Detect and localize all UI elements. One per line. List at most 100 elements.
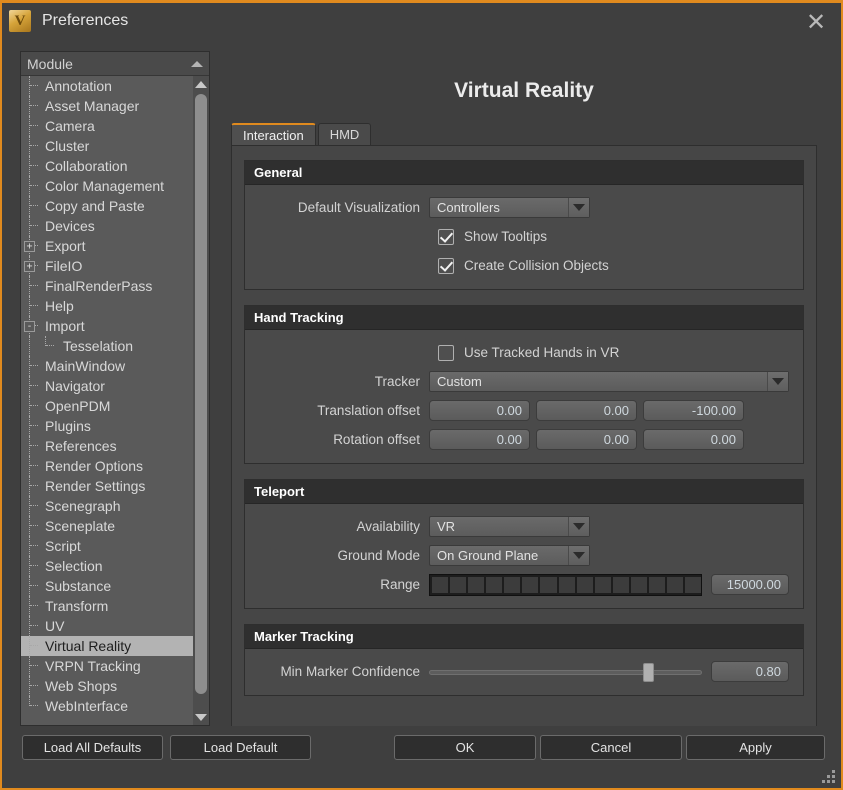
load-all-defaults-button[interactable]: Load All Defaults <box>22 735 163 760</box>
range-slider[interactable] <box>429 574 702 596</box>
sidebar-item-import[interactable]: -Import <box>21 316 193 336</box>
footer-bar: Load All Defaults Load Default OK Cancel… <box>2 726 841 788</box>
create-collision-objects-checkbox[interactable] <box>438 258 454 274</box>
sidebar-item-help[interactable]: Help <box>21 296 193 316</box>
availability-label: Availability <box>259 519 429 534</box>
sidebar-item-webinterface[interactable]: WebInterface <box>21 696 193 716</box>
range-tick <box>486 577 502 593</box>
sidebar-item-vrpn-tracking[interactable]: VRPN Tracking <box>21 656 193 676</box>
range-value-field[interactable]: 15000.00 <box>711 574 789 595</box>
sidebar-scrollbar[interactable] <box>193 76 209 725</box>
rotation-offset-x[interactable]: 0.00 <box>429 429 530 450</box>
sidebar-item-web-shops[interactable]: Web Shops <box>21 676 193 696</box>
interaction-tab-panel: General Default Visualization Controller… <box>231 145 817 753</box>
default-visualization-select[interactable]: Controllers <box>429 197 590 218</box>
tab-interaction-label: Interaction <box>243 128 304 143</box>
sidebar-item-copy-and-paste[interactable]: Copy and Paste <box>21 196 193 216</box>
scroll-up-arrow-icon[interactable] <box>193 76 209 92</box>
load-default-button[interactable]: Load Default <box>170 735 311 760</box>
range-tick <box>649 577 665 593</box>
sidebar-item-render-options[interactable]: Render Options <box>21 456 193 476</box>
marker-tracking-group: Marker Tracking Min Marker Confidence 0.… <box>244 624 804 696</box>
expand-icon[interactable]: + <box>24 261 35 272</box>
sidebar-item-asset-manager[interactable]: Asset Manager <box>21 96 193 116</box>
rotation-offset-z[interactable]: 0.00 <box>643 429 744 450</box>
sidebar-item-virtual-reality[interactable]: Virtual Reality <box>21 636 193 656</box>
sidebar-item-label: Virtual Reality <box>43 638 131 654</box>
expand-icon[interactable]: + <box>24 241 35 252</box>
ground-mode-select[interactable]: On Ground Plane <box>429 545 590 566</box>
sidebar-item-collaboration[interactable]: Collaboration <box>21 156 193 176</box>
rotation-offset-row: Rotation offset 0.00 0.00 0.00 <box>259 429 789 450</box>
range-tick <box>667 577 683 593</box>
sidebar-item-camera[interactable]: Camera <box>21 116 193 136</box>
sidebar-item-substance[interactable]: Substance <box>21 576 193 596</box>
sidebar-item-render-settings[interactable]: Render Settings <box>21 476 193 496</box>
sidebar-item-label: Devices <box>43 218 95 234</box>
close-icon[interactable]: ✕ <box>799 7 833 37</box>
cancel-button[interactable]: Cancel <box>540 735 682 760</box>
sidebar-item-export[interactable]: + Export <box>21 236 193 256</box>
tab-interaction[interactable]: Interaction <box>231 123 316 145</box>
sidebar-item-label: Web Shops <box>43 678 117 694</box>
range-row: Range 15000.00 <box>259 574 789 595</box>
create-collision-objects-row: Create Collision Objects <box>259 255 789 276</box>
tracker-label: Tracker <box>259 374 429 389</box>
sidebar-item-scenegraph[interactable]: Scenegraph <box>21 496 193 516</box>
sidebar-item-devices[interactable]: Devices <box>21 216 193 236</box>
ok-button[interactable]: OK <box>394 735 536 760</box>
tracker-select[interactable]: Custom <box>429 371 789 392</box>
sidebar-item-tesselation[interactable]: Tesselation <box>21 336 193 356</box>
sidebar-item-selection[interactable]: Selection <box>21 556 193 576</box>
tracker-row: Tracker Custom <box>259 371 789 392</box>
sidebar-item-openpdm[interactable]: OpenPDM <box>21 396 193 416</box>
sidebar-item-label: UV <box>43 618 64 634</box>
sidebar-item-references[interactable]: References <box>21 436 193 456</box>
scrollbar-thumb[interactable] <box>195 94 207 694</box>
collapse-icon[interactable]: - <box>24 321 35 332</box>
sidebar-item-label: References <box>43 438 117 454</box>
sidebar-item-plugins[interactable]: Plugins <box>21 416 193 436</box>
min-marker-confidence-value-field[interactable]: 0.80 <box>711 661 789 682</box>
sidebar-item-label: Script <box>43 538 81 554</box>
sidebar-item-script[interactable]: Script <box>21 536 193 556</box>
apply-button[interactable]: Apply <box>686 735 825 760</box>
rotation-offset-y[interactable]: 0.00 <box>536 429 637 450</box>
create-collision-objects-checkbox-row: Create Collision Objects <box>438 258 609 274</box>
use-tracked-hands-checkbox[interactable] <box>438 345 454 361</box>
chevron-down-icon[interactable] <box>767 372 788 391</box>
sidebar-item-mainwindow[interactable]: MainWindow <box>21 356 193 376</box>
availability-select[interactable]: VR <box>429 516 590 537</box>
slider-handle[interactable] <box>643 663 654 682</box>
sidebar-item-annotation[interactable]: Annotation <box>21 76 193 96</box>
sidebar-item-label: Selection <box>43 558 103 574</box>
hand-tracking-group-body: Use Tracked Hands in VR Tracker Custom T <box>245 330 803 463</box>
tab-hmd[interactable]: HMD <box>318 123 372 145</box>
translation-offset-z[interactable]: -100.00 <box>643 400 744 421</box>
window-title: Preferences <box>42 12 128 30</box>
translation-offset-x[interactable]: 0.00 <box>429 400 530 421</box>
sidebar-item-transform[interactable]: Transform <box>21 596 193 616</box>
sidebar-item-cluster[interactable]: Cluster <box>21 136 193 156</box>
sidebar-item-finalrenderpass[interactable]: FinalRenderPass <box>21 276 193 296</box>
translation-offset-y[interactable]: 0.00 <box>536 400 637 421</box>
sidebar-item-color-management[interactable]: Color Management <box>21 176 193 196</box>
sidebar-item-sceneplate[interactable]: Sceneplate <box>21 516 193 536</box>
module-column-header[interactable]: Module <box>21 52 209 76</box>
chevron-down-icon[interactable] <box>568 198 589 217</box>
sort-ascending-icon[interactable] <box>191 61 203 67</box>
sidebar-item-label: Transform <box>43 598 108 614</box>
sidebar-item-navigator[interactable]: Navigator <box>21 376 193 396</box>
sidebar-item-label: Export <box>43 238 85 254</box>
chevron-down-icon[interactable] <box>568 517 589 536</box>
title-bar: V Preferences ✕ <box>2 3 841 39</box>
scroll-down-arrow-icon[interactable] <box>193 709 209 725</box>
sidebar-item-uv[interactable]: UV <box>21 616 193 636</box>
min-marker-confidence-slider[interactable] <box>429 662 702 682</box>
show-tooltips-checkbox[interactable] <box>438 229 454 245</box>
chevron-down-icon[interactable] <box>568 546 589 565</box>
sidebar-item-fileio[interactable]: +FileIO <box>21 256 193 276</box>
resize-grip-icon[interactable] <box>822 770 836 784</box>
sidebar-item-label: Substance <box>43 578 111 594</box>
availability-value: VR <box>430 519 568 534</box>
